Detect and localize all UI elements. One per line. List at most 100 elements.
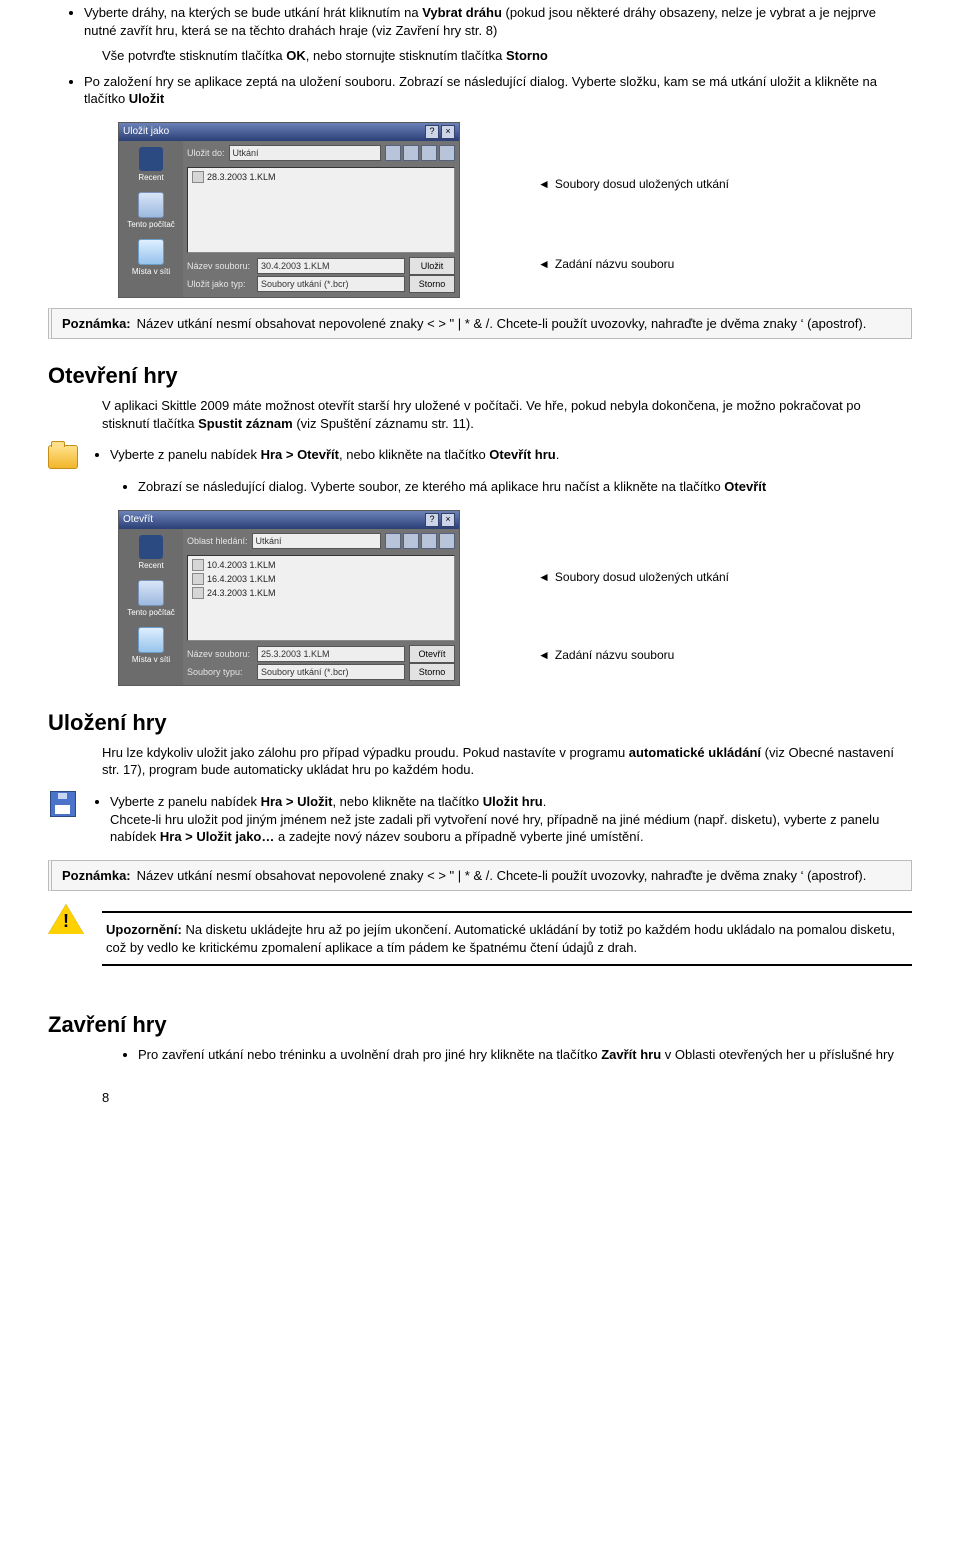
tool-newfolder-icon[interactable] — [421, 533, 437, 549]
file-name: 28.3.2003 1.KLM — [207, 172, 276, 182]
tool-back-icon[interactable] — [385, 533, 401, 549]
sidebar-item-computer[interactable]: Tento počítač — [127, 192, 175, 229]
lookin-label: Uložit do: — [187, 148, 225, 158]
name-value: 30.4.2003 1.KLM — [261, 261, 330, 271]
text-bold: Hra > Uložit jako… — [160, 829, 275, 844]
left-triangle-icon: ◄ — [538, 570, 550, 584]
lookin-combo[interactable]: Utkání — [252, 533, 381, 549]
file-list[interactable]: 28.3.2003 1.KLM — [187, 167, 455, 253]
open-action-row: Vyberte z panelu nabídek Hra > Otevřít, … — [48, 442, 912, 472]
help-button[interactable]: ? — [425, 125, 439, 139]
close-button[interactable]: × — [441, 513, 455, 527]
sidebar: Recent Tento počítač Místa v síti — [119, 141, 183, 297]
help-button[interactable]: ? — [425, 513, 439, 527]
folder-open-icon — [48, 442, 78, 472]
name-value: 25.3.2003 1.KLM — [261, 649, 330, 659]
cancel-button[interactable]: Storno — [409, 275, 455, 293]
text: Vyberte dráhy, na kterých se bude utkání… — [84, 5, 422, 20]
tool-newfolder-icon[interactable] — [421, 145, 437, 161]
text: a zadejte nový název souboru a případně … — [274, 829, 643, 844]
text: Po založení hry se aplikace zeptá na ulo… — [84, 74, 877, 107]
lookin-row: Oblast hledání: Utkání — [183, 529, 459, 553]
close-button[interactable]: × — [441, 125, 455, 139]
text-bold: OK — [286, 48, 306, 63]
tool-views-icon[interactable] — [439, 145, 455, 161]
open-p1: V aplikaci Skittle 2009 máte možnost ote… — [102, 397, 912, 432]
open-bullet-1: Vyberte z panelu nabídek Hra > Otevřít, … — [110, 446, 912, 464]
primary-button[interactable]: Otevřít — [409, 645, 455, 663]
floppy-save-icon — [48, 789, 78, 819]
file-list[interactable]: 10.4.2003 1.KLM 16.4.2003 1.KLM 24.3.200… — [187, 555, 455, 641]
warn-label: Upozornění: — [106, 922, 182, 937]
type-row: Uložit jako typ: Soubory utkání (*.bcr) … — [187, 275, 455, 293]
file-item[interactable]: 28.3.2003 1.KLM — [190, 170, 452, 184]
btn-label: Storno — [419, 279, 446, 289]
lookin-combo[interactable]: Utkání — [229, 145, 381, 161]
tool-up-icon[interactable] — [403, 533, 419, 549]
text-bold: automatické ukládání — [629, 745, 761, 760]
text-bold: Zavřít hru — [601, 1047, 661, 1062]
btn-label: Storno — [419, 667, 446, 677]
tool-views-icon[interactable] — [439, 533, 455, 549]
file-icon — [192, 587, 204, 599]
file-item[interactable]: 16.4.2003 1.KLM — [190, 572, 452, 586]
file-name: 16.4.2003 1.KLM — [207, 574, 276, 584]
annot-text: Soubory dosud uložených utkání — [555, 570, 729, 584]
warning-row: Upozornění: Na disketu ukládejte hru až … — [48, 901, 912, 976]
text: , nebo klikněte na tlačítko — [332, 794, 482, 809]
file-icon — [192, 573, 204, 585]
text-bold: Hra > Uložit — [261, 794, 333, 809]
dialog-main: Oblast hledání: Utkání 10.4.2003 1.KLM 1… — [183, 529, 459, 685]
intro-bullet-2: Po založení hry se aplikace zeptá na ulo… — [84, 73, 912, 108]
lookin-value: Utkání — [256, 536, 282, 546]
btn-label: Uložit — [421, 261, 444, 271]
sidebar: Recent Tento počítač Místa v síti — [119, 529, 183, 685]
label: Místa v síti — [132, 267, 170, 276]
sidebar-item-computer[interactable]: Tento počítač — [127, 580, 175, 617]
annot-text: Zadání názvu souboru — [555, 648, 674, 662]
network-icon — [138, 239, 164, 265]
sidebar-item-network[interactable]: Místa v síti — [132, 627, 170, 664]
text: , nebo klikněte na tlačítko — [339, 447, 489, 462]
tool-up-icon[interactable] — [403, 145, 419, 161]
warning-box: Upozornění: Na disketu ukládejte hru až … — [102, 911, 912, 966]
name-input[interactable]: 30.4.2003 1.KLM — [257, 258, 405, 274]
dialog-bottom: Název souboru: 30.4.2003 1.KLM Uložit Ul… — [183, 255, 459, 297]
primary-button[interactable]: Uložit — [409, 257, 455, 275]
dialog-main: Uložit do: Utkání 28.3.2003 1.KLM — [183, 141, 459, 297]
sidebar-item-recent[interactable]: Recent — [138, 147, 163, 182]
lookin-value: Utkání — [233, 148, 259, 158]
save-action-row: Vyberte z panelu nabídek Hra > Uložit, n… — [48, 789, 912, 850]
name-label: Název souboru: — [187, 261, 253, 271]
text-bold: Uložit — [129, 91, 164, 106]
text: Zobrazí se následující dialog. Vyberte s… — [138, 479, 724, 494]
intro-bullet-1: Vyberte dráhy, na kterých se bude utkání… — [84, 4, 912, 39]
open-dialog: Otevřít ? × Recent Tento počítač Místa v… — [118, 510, 460, 686]
text-bold: Otevřít hru — [489, 447, 555, 462]
name-input[interactable]: 25.3.2003 1.KLM — [257, 646, 405, 662]
sidebar-item-network[interactable]: Místa v síti — [132, 239, 170, 276]
note-label: Poznámka: — [62, 315, 131, 333]
annotation-name: ◄Zadání názvu souboru — [538, 648, 674, 663]
toolbar — [385, 533, 455, 549]
open-dialog-wrap: Otevřít ? × Recent Tento počítač Místa v… — [48, 510, 912, 686]
cancel-button[interactable]: Storno — [409, 663, 455, 681]
tool-back-icon[interactable] — [385, 145, 401, 161]
text-bold: Storno — [506, 48, 548, 63]
left-triangle-icon: ◄ — [538, 257, 550, 271]
sidebar-item-recent[interactable]: Recent — [138, 535, 163, 570]
file-item[interactable]: 24.3.2003 1.KLM — [190, 586, 452, 600]
text: Pro zavření utkání nebo tréninku a uvoln… — [138, 1047, 601, 1062]
network-icon — [138, 627, 164, 653]
dialog-title: Otevřít — [123, 514, 153, 525]
open-bullet-2: Zobrazí se následující dialog. Vyberte s… — [138, 478, 912, 496]
lookin-label: Oblast hledání: — [187, 536, 248, 546]
type-combo[interactable]: Soubory utkání (*.bcr) — [257, 276, 405, 292]
file-item[interactable]: 10.4.2003 1.KLM — [190, 558, 452, 572]
name-row: Název souboru: 30.4.2003 1.KLM Uložit — [187, 257, 455, 275]
note-box-2: Poznámka: Název utkání nesmí obsahovat n… — [48, 860, 912, 892]
text: . — [543, 794, 547, 809]
type-combo[interactable]: Soubory utkání (*.bcr) — [257, 664, 405, 680]
heading-open: Otevření hry — [48, 363, 912, 389]
left-triangle-icon: ◄ — [538, 177, 550, 191]
